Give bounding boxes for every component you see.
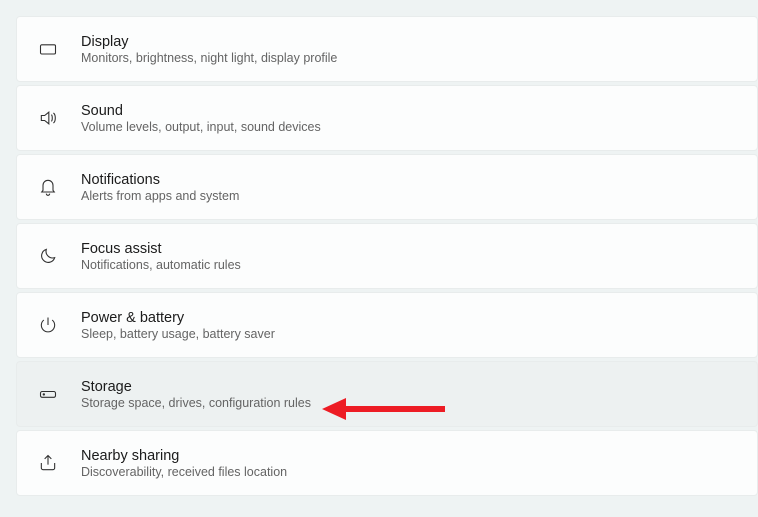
item-subtitle: Discoverability, received files location	[81, 465, 287, 479]
item-text: Power & battery Sleep, battery usage, ba…	[81, 310, 275, 341]
power-icon	[37, 314, 59, 336]
share-icon	[37, 452, 59, 474]
item-title: Focus assist	[81, 241, 241, 257]
item-title: Notifications	[81, 172, 239, 188]
item-text: Notifications Alerts from apps and syste…	[81, 172, 239, 203]
item-text: Nearby sharing Discoverability, received…	[81, 448, 287, 479]
item-text: Focus assist Notifications, automatic ru…	[81, 241, 241, 272]
settings-list: Display Monitors, brightness, night ligh…	[16, 16, 758, 496]
item-title: Sound	[81, 103, 321, 119]
item-title: Nearby sharing	[81, 448, 287, 464]
settings-item-power-battery[interactable]: Power & battery Sleep, battery usage, ba…	[16, 292, 758, 358]
settings-item-notifications[interactable]: Notifications Alerts from apps and syste…	[16, 154, 758, 220]
settings-item-display[interactable]: Display Monitors, brightness, night ligh…	[16, 16, 758, 82]
settings-item-focus-assist[interactable]: Focus assist Notifications, automatic ru…	[16, 223, 758, 289]
item-subtitle: Notifications, automatic rules	[81, 258, 241, 272]
item-title: Power & battery	[81, 310, 275, 326]
item-subtitle: Alerts from apps and system	[81, 189, 239, 203]
item-subtitle: Volume levels, output, input, sound devi…	[81, 120, 321, 134]
moon-icon	[37, 245, 59, 267]
item-text: Storage Storage space, drives, configura…	[81, 379, 311, 410]
item-subtitle: Sleep, battery usage, battery saver	[81, 327, 275, 341]
item-title: Storage	[81, 379, 311, 395]
settings-item-nearby-sharing[interactable]: Nearby sharing Discoverability, received…	[16, 430, 758, 496]
display-icon	[37, 38, 59, 60]
item-subtitle: Monitors, brightness, night light, displ…	[81, 51, 337, 65]
storage-icon	[37, 383, 59, 405]
item-title: Display	[81, 34, 337, 50]
item-subtitle: Storage space, drives, configuration rul…	[81, 396, 311, 410]
item-text: Sound Volume levels, output, input, soun…	[81, 103, 321, 134]
sound-icon	[37, 107, 59, 129]
settings-item-storage[interactable]: Storage Storage space, drives, configura…	[16, 361, 758, 427]
bell-icon	[37, 176, 59, 198]
settings-item-sound[interactable]: Sound Volume levels, output, input, soun…	[16, 85, 758, 151]
item-text: Display Monitors, brightness, night ligh…	[81, 34, 337, 65]
